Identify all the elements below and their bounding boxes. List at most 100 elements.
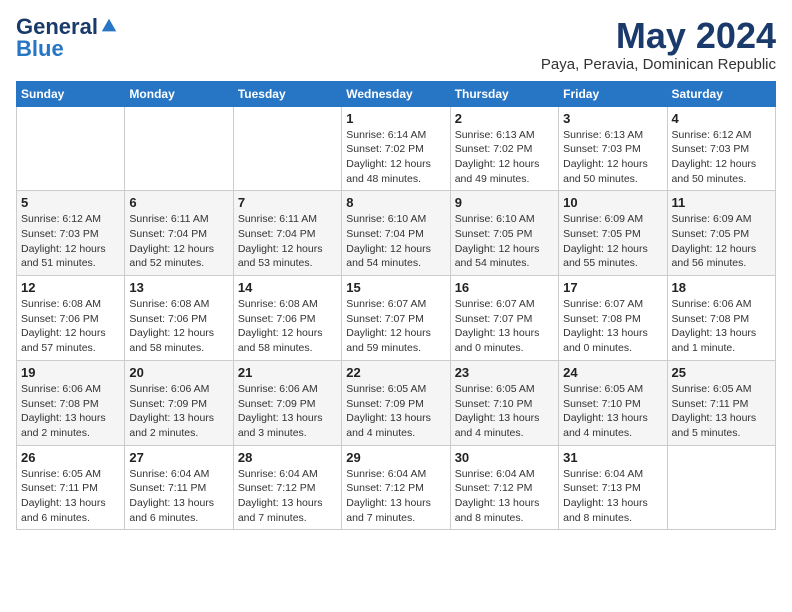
day-number: 17 bbox=[563, 280, 662, 295]
calendar-cell: 29 Sunrise: 6:04 AMSunset: 7:12 PMDayligh… bbox=[342, 445, 450, 530]
calendar-cell: 11 Sunrise: 6:09 AMSunset: 7:05 PMDayligh… bbox=[667, 191, 775, 276]
day-number: 16 bbox=[455, 280, 554, 295]
day-number: 31 bbox=[563, 450, 662, 465]
calendar-cell: 22 Sunrise: 6:05 AMSunset: 7:09 PMDayligh… bbox=[342, 360, 450, 445]
calendar-cell bbox=[233, 106, 341, 191]
calendar-cell: 26 Sunrise: 6:05 AMSunset: 7:11 PMDayligh… bbox=[17, 445, 125, 530]
calendar-cell: 21 Sunrise: 6:06 AMSunset: 7:09 PMDayligh… bbox=[233, 360, 341, 445]
day-info: Sunrise: 6:05 AMSunset: 7:11 PMDaylight:… bbox=[21, 467, 120, 526]
calendar-cell: 9 Sunrise: 6:10 AMSunset: 7:05 PMDaylight… bbox=[450, 191, 558, 276]
day-info: Sunrise: 6:04 AMSunset: 7:13 PMDaylight:… bbox=[563, 467, 662, 526]
calendar-cell: 17 Sunrise: 6:07 AMSunset: 7:08 PMDayligh… bbox=[559, 276, 667, 361]
day-info: Sunrise: 6:06 AMSunset: 7:09 PMDaylight:… bbox=[238, 382, 337, 441]
calendar-cell: 8 Sunrise: 6:10 AMSunset: 7:04 PMDaylight… bbox=[342, 191, 450, 276]
calendar-cell: 19 Sunrise: 6:06 AMSunset: 7:08 PMDayligh… bbox=[17, 360, 125, 445]
calendar-cell: 6Sunrise: 6:11 AMSunset: 7:04 PMDaylight… bbox=[125, 191, 233, 276]
day-number: 21 bbox=[238, 365, 337, 380]
calendar-cell: 3Sunrise: 6:13 AMSunset: 7:03 PMDaylight… bbox=[559, 106, 667, 191]
weekday-header-sunday: Sunday bbox=[17, 81, 125, 106]
calendar-cell bbox=[667, 445, 775, 530]
calendar-cell: 13 Sunrise: 6:08 AMSunset: 7:06 PMDayligh… bbox=[125, 276, 233, 361]
weekday-header-wednesday: Wednesday bbox=[342, 81, 450, 106]
calendar-cell bbox=[125, 106, 233, 191]
day-number: 7 bbox=[238, 195, 337, 210]
header: General Blue May 2024 Paya, Peravia, Dom… bbox=[16, 16, 776, 73]
day-number: 15 bbox=[346, 280, 445, 295]
month-title: May 2024 bbox=[541, 16, 776, 56]
day-info: Sunrise: 6:09 AMSunset: 7:05 PMDaylight:… bbox=[563, 212, 662, 271]
logo-blue-text: Blue bbox=[16, 38, 64, 60]
day-info: Sunrise: 6:05 AMSunset: 7:10 PMDaylight:… bbox=[455, 382, 554, 441]
weekday-header-monday: Monday bbox=[125, 81, 233, 106]
day-number: 28 bbox=[238, 450, 337, 465]
day-info: Sunrise: 6:08 AMSunset: 7:06 PMDaylight:… bbox=[21, 297, 120, 356]
day-info: Sunrise: 6:04 AMSunset: 7:12 PMDaylight:… bbox=[346, 467, 445, 526]
day-number: 23 bbox=[455, 365, 554, 380]
weekday-header-saturday: Saturday bbox=[667, 81, 775, 106]
calendar-table: SundayMondayTuesdayWednesdayThursdayFrid… bbox=[16, 81, 776, 531]
calendar-cell: 27Sunrise: 6:04 AMSunset: 7:11 PMDayligh… bbox=[125, 445, 233, 530]
day-number: 14 bbox=[238, 280, 337, 295]
weekday-header-friday: Friday bbox=[559, 81, 667, 106]
day-number: 1 bbox=[346, 111, 445, 126]
weekday-header-thursday: Thursday bbox=[450, 81, 558, 106]
title-area: May 2024 Paya, Peravia, Dominican Republ… bbox=[541, 16, 776, 73]
day-number: 12 bbox=[21, 280, 120, 295]
day-info: Sunrise: 6:10 AMSunset: 7:05 PMDaylight:… bbox=[455, 212, 554, 271]
day-info: Sunrise: 6:13 AMSunset: 7:03 PMDaylight:… bbox=[563, 128, 662, 187]
calendar-cell: 12 Sunrise: 6:08 AMSunset: 7:06 PMDayligh… bbox=[17, 276, 125, 361]
day-info: Sunrise: 6:05 AMSunset: 7:09 PMDaylight:… bbox=[346, 382, 445, 441]
calendar-cell: 14 Sunrise: 6:08 AMSunset: 7:06 PMDayligh… bbox=[233, 276, 341, 361]
day-info: Sunrise: 6:06 AMSunset: 7:09 PMDaylight:… bbox=[129, 382, 228, 441]
day-info: Sunrise: 6:04 AMSunset: 7:12 PMDaylight:… bbox=[455, 467, 554, 526]
logo-general-text: General bbox=[16, 16, 98, 38]
day-number: 19 bbox=[21, 365, 120, 380]
day-info: Sunrise: 6:07 AMSunset: 7:08 PMDaylight:… bbox=[563, 297, 662, 356]
logo-icon bbox=[100, 17, 118, 35]
day-number: 18 bbox=[672, 280, 771, 295]
day-info: Sunrise: 6:04 AMSunset: 7:12 PMDaylight:… bbox=[238, 467, 337, 526]
day-info: Sunrise: 6:09 AMSunset: 7:05 PMDaylight:… bbox=[672, 212, 771, 271]
day-info: Sunrise: 6:06 AMSunset: 7:08 PMDaylight:… bbox=[21, 382, 120, 441]
day-number: 2 bbox=[455, 111, 554, 126]
calendar-cell: 15 Sunrise: 6:07 AMSunset: 7:07 PMDayligh… bbox=[342, 276, 450, 361]
calendar-cell bbox=[17, 106, 125, 191]
day-number: 29 bbox=[346, 450, 445, 465]
day-info: Sunrise: 6:10 AMSunset: 7:04 PMDaylight:… bbox=[346, 212, 445, 271]
day-info: Sunrise: 6:14 AMSunset: 7:02 PMDaylight:… bbox=[346, 128, 445, 187]
calendar-cell: 23 Sunrise: 6:05 AMSunset: 7:10 PMDayligh… bbox=[450, 360, 558, 445]
weekday-header-tuesday: Tuesday bbox=[233, 81, 341, 106]
day-info: Sunrise: 6:05 AMSunset: 7:10 PMDaylight:… bbox=[563, 382, 662, 441]
day-number: 10 bbox=[563, 195, 662, 210]
calendar-cell: 20Sunrise: 6:06 AMSunset: 7:09 PMDayligh… bbox=[125, 360, 233, 445]
calendar-cell: 4 Sunrise: 6:12 AMSunset: 7:03 PMDaylight… bbox=[667, 106, 775, 191]
day-number: 26 bbox=[21, 450, 120, 465]
day-number: 11 bbox=[672, 195, 771, 210]
location-title: Paya, Peravia, Dominican Republic bbox=[541, 56, 776, 73]
calendar-cell: 24Sunrise: 6:05 AMSunset: 7:10 PMDayligh… bbox=[559, 360, 667, 445]
day-number: 8 bbox=[346, 195, 445, 210]
calendar-cell: 5Sunrise: 6:12 AMSunset: 7:03 PMDaylight… bbox=[17, 191, 125, 276]
day-info: Sunrise: 6:08 AMSunset: 7:06 PMDaylight:… bbox=[129, 297, 228, 356]
day-number: 25 bbox=[672, 365, 771, 380]
calendar-cell: 28 Sunrise: 6:04 AMSunset: 7:12 PMDayligh… bbox=[233, 445, 341, 530]
day-info: Sunrise: 6:05 AMSunset: 7:11 PMDaylight:… bbox=[672, 382, 771, 441]
day-number: 22 bbox=[346, 365, 445, 380]
day-number: 27 bbox=[129, 450, 228, 465]
day-info: Sunrise: 6:11 AMSunset: 7:04 PMDaylight:… bbox=[129, 212, 228, 271]
day-number: 30 bbox=[455, 450, 554, 465]
calendar-cell: 30 Sunrise: 6:04 AMSunset: 7:12 PMDayligh… bbox=[450, 445, 558, 530]
calendar-cell: 18Sunrise: 6:06 AMSunset: 7:08 PMDayligh… bbox=[667, 276, 775, 361]
day-number: 9 bbox=[455, 195, 554, 210]
calendar-cell: 1 Sunrise: 6:14 AMSunset: 7:02 PMDaylight… bbox=[342, 106, 450, 191]
calendar-cell: 7 Sunrise: 6:11 AMSunset: 7:04 PMDaylight… bbox=[233, 191, 341, 276]
day-info: Sunrise: 6:07 AMSunset: 7:07 PMDaylight:… bbox=[346, 297, 445, 356]
calendar-cell: 16 Sunrise: 6:07 AMSunset: 7:07 PMDayligh… bbox=[450, 276, 558, 361]
day-info: Sunrise: 6:12 AMSunset: 7:03 PMDaylight:… bbox=[672, 128, 771, 187]
day-number: 13 bbox=[129, 280, 228, 295]
day-info: Sunrise: 6:11 AMSunset: 7:04 PMDaylight:… bbox=[238, 212, 337, 271]
day-info: Sunrise: 6:08 AMSunset: 7:06 PMDaylight:… bbox=[238, 297, 337, 356]
day-number: 4 bbox=[672, 111, 771, 126]
day-info: Sunrise: 6:07 AMSunset: 7:07 PMDaylight:… bbox=[455, 297, 554, 356]
day-number: 5 bbox=[21, 195, 120, 210]
